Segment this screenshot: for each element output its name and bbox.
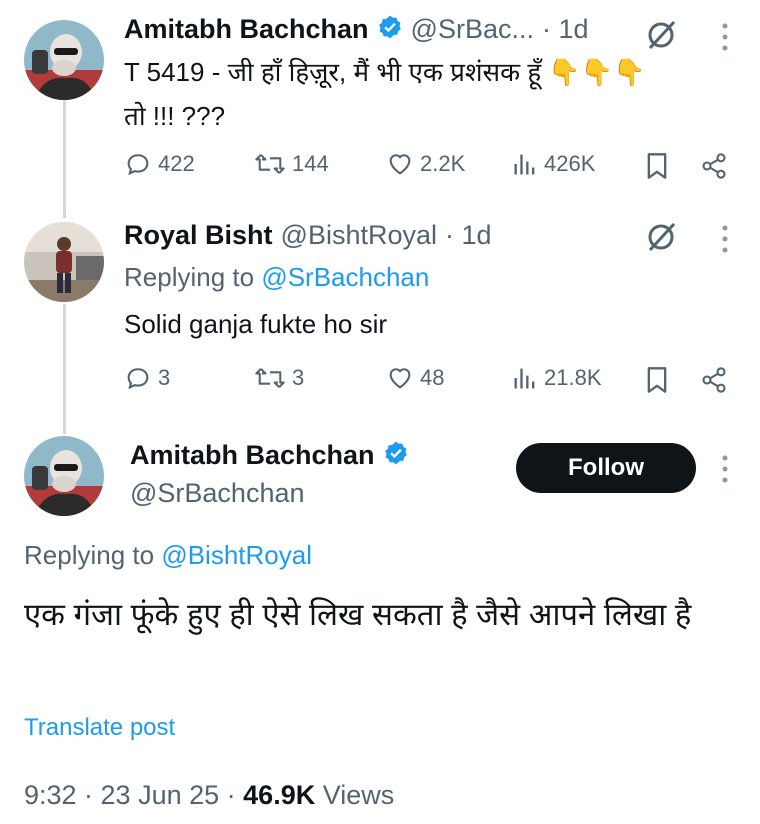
author-handle[interactable]: @SrBachchan xyxy=(130,478,305,509)
like-button[interactable]: 2.2K xyxy=(386,150,465,178)
views-count: 426K xyxy=(544,151,596,176)
repost-count: 3 xyxy=(292,365,305,390)
like-count: 2.2K xyxy=(420,151,466,176)
reply-count: 3 xyxy=(158,365,171,390)
bookmark-icon[interactable] xyxy=(644,366,670,399)
author-name[interactable]: Amitabh Bachchan xyxy=(124,14,369,45)
reply-icon xyxy=(127,154,149,176)
author-handle[interactable]: @SrBac... xyxy=(411,14,534,45)
post-text: Solid ganja fukte ho sir xyxy=(124,309,388,339)
avatar[interactable] xyxy=(24,20,104,100)
views-label: Views xyxy=(322,780,395,810)
replying-to-handle[interactable]: @BishtRoyal xyxy=(161,540,312,570)
views-button[interactable]: 21.8K xyxy=(512,364,602,392)
post-text-line2: तो !!! ??? xyxy=(124,101,226,131)
thread-line xyxy=(63,304,66,434)
bookmark-icon[interactable] xyxy=(644,152,670,185)
post-text: T 5419 - जी हाँ हिज़ूर, मैं भी एक प्रशंस… xyxy=(124,57,542,87)
author-name[interactable]: Amitabh Bachchan xyxy=(130,440,375,471)
avatar[interactable] xyxy=(24,436,104,516)
reply-icon xyxy=(127,368,149,390)
repost-button[interactable]: 3 xyxy=(254,364,304,392)
views-count: 46.9K xyxy=(243,780,316,810)
replying-to-handle[interactable]: @SrBachchan xyxy=(261,262,429,292)
views-chart-icon xyxy=(514,154,535,175)
replying-to-label: Replying to xyxy=(24,540,155,570)
share-icon[interactable] xyxy=(700,152,728,185)
author-handle[interactable]: @BishtRoyal xyxy=(281,220,437,251)
post-text: एक गंजा फूंके हुए ही ऐसे लिख सकता है जैस… xyxy=(24,597,692,632)
reply-count: 422 xyxy=(158,151,195,176)
reply-button[interactable]: 422 xyxy=(124,150,195,178)
grok-icon[interactable] xyxy=(644,220,678,259)
verified-badge-icon xyxy=(377,14,403,45)
pointing-down-emoji: 👇👇👇 xyxy=(548,57,646,87)
verified-badge-icon xyxy=(383,440,409,471)
reply-button[interactable]: 3 xyxy=(124,364,170,392)
author-name[interactable]: Royal Bisht xyxy=(124,220,273,251)
heart-icon xyxy=(389,368,411,389)
views-button[interactable]: 426K xyxy=(512,150,595,178)
translate-post-link[interactable]: Translate post xyxy=(24,714,175,742)
repost-count: 144 xyxy=(292,151,329,176)
post-timestamp[interactable]: 9:32 · 23 Jun 25 · xyxy=(24,780,236,810)
views-count: 21.8K xyxy=(544,365,602,390)
views-chart-icon xyxy=(514,368,535,389)
thread-line xyxy=(63,100,66,218)
replying-to-label: Replying to xyxy=(124,262,255,292)
avatar[interactable] xyxy=(24,222,104,302)
like-button[interactable]: 48 xyxy=(386,364,444,392)
post-time[interactable]: · 1d xyxy=(542,14,589,45)
heart-icon xyxy=(389,154,411,175)
repost-icon xyxy=(255,154,285,174)
share-icon[interactable] xyxy=(700,366,728,399)
like-count: 48 xyxy=(420,365,445,390)
more-options-icon[interactable] xyxy=(720,224,730,259)
more-options-icon[interactable] xyxy=(720,454,730,489)
repost-button[interactable]: 144 xyxy=(254,150,329,178)
post-time[interactable]: · 1d xyxy=(445,220,492,251)
follow-button[interactable]: Follow xyxy=(516,443,696,493)
repost-icon xyxy=(255,368,285,388)
